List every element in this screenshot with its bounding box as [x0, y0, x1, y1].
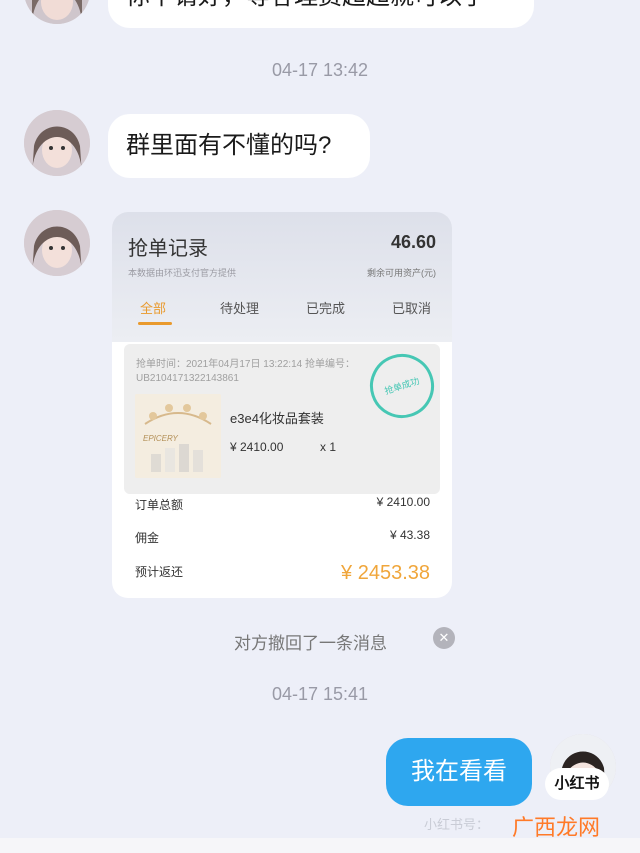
product-quantity: x 1: [320, 440, 337, 454]
recall-text: 对方撤回了一条消息: [234, 634, 387, 653]
order-record-image[interactable]: 抢单记录 本数据由环迅支付官方提供 46.60 剩余可用资产(元) 全部 待处理…: [112, 212, 452, 598]
record-subtitle: 本数据由环迅支付官方提供: [128, 268, 237, 278]
return-label: 预计返还: [135, 565, 184, 579]
order-info: 抢单时间：2021年04月17日 13:22:14 抢单编号： UB210417…: [136, 359, 355, 384]
tab-completed: 已完成: [306, 301, 346, 316]
order-total-value: ¥ 2410.00: [376, 495, 430, 509]
return-value: ¥ 2453.38: [341, 562, 430, 584]
close-icon[interactable]: ✕: [433, 627, 455, 649]
commission-value: ¥ 43.38: [389, 528, 430, 542]
message-bubble-partial: 你下请好，等客理费超超就可以了: [108, 0, 534, 28]
recall-notice: 对方撤回了一条消息 ✕: [0, 627, 640, 653]
order-total-label: 订单总额: [135, 498, 184, 512]
timestamp: 04-17 13:42: [271, 60, 369, 80]
my-message-bubble: 我在看看: [386, 738, 532, 806]
watermark-account: 小红书号：: [424, 817, 490, 832]
product-image: EPICERY: [135, 394, 221, 478]
record-title: 抢单记录: [128, 238, 208, 260]
balance-amount: 46.60: [390, 232, 436, 252]
avatar[interactable]: [24, 110, 90, 176]
avatar[interactable]: [24, 0, 90, 24]
avatar[interactable]: [24, 210, 90, 276]
product-price: ¥ 2410.00: [230, 440, 284, 454]
commission-label: 佣金: [135, 531, 160, 545]
bottom-edge: [0, 838, 640, 853]
order-item: 抢单时间：2021年04月17日 13:22:14 抢单编号： UB210417…: [124, 344, 443, 494]
message-bubble: 群里面有不懂的吗?: [108, 114, 370, 178]
tab-pending: 待处理: [220, 301, 260, 316]
watermark-badge: 小红书: [545, 768, 609, 800]
balance-label: 剩余可用资产(元): [367, 268, 436, 278]
tab-cancelled: 已取消: [392, 301, 432, 316]
product-name: e3e4化妆品套装: [230, 411, 324, 426]
card-header: 抢单记录 本数据由环迅支付官方提供 46.60 剩余可用资产(元) 全部 待处理…: [112, 212, 452, 342]
tab-all: 全部: [140, 301, 167, 316]
timestamp: 04-17 15:41: [271, 684, 369, 704]
tab-indicator: [138, 322, 172, 325]
